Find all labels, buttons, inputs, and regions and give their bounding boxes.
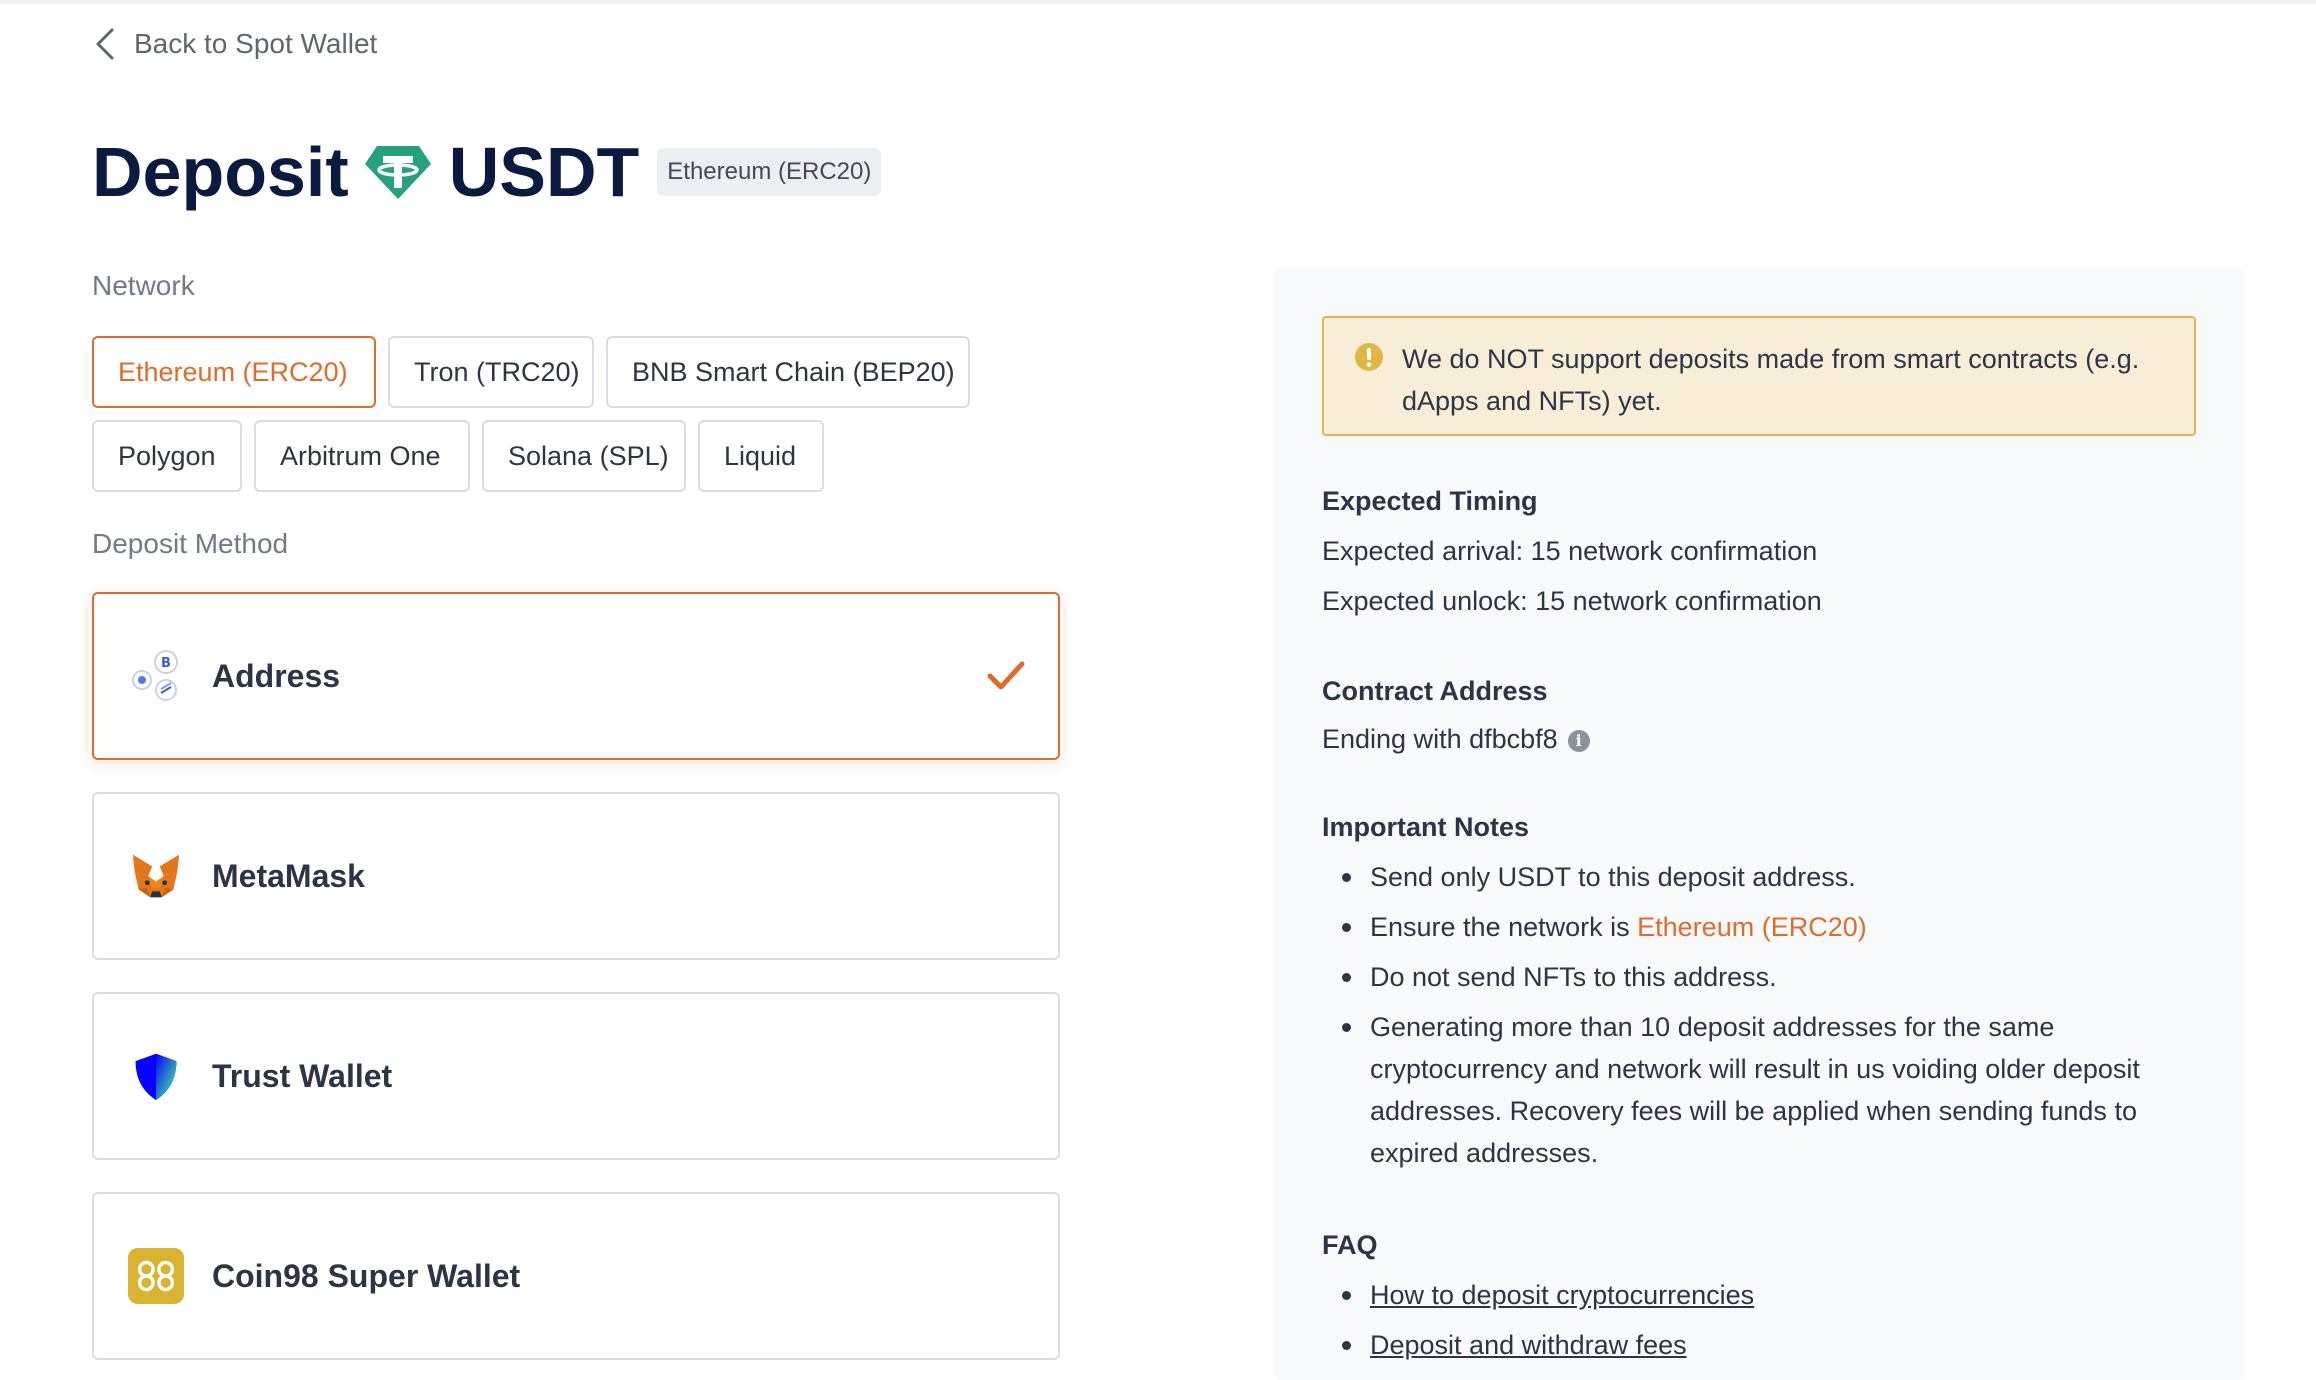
warning-icon: [1355, 343, 1383, 371]
note-network-text: Ensure the network is: [1370, 912, 1638, 942]
expected-timing-heading: Expected Timing: [1322, 486, 1538, 516]
coin98-icon: [128, 1248, 184, 1304]
checkmark-icon: [987, 661, 1025, 690]
method-trust-wallet[interactable]: Trust Wallet: [92, 992, 1060, 1160]
method-coin98-label: Coin98 Super Wallet: [212, 1257, 521, 1294]
network-option-arbitrum-one[interactable]: Arbitrum One: [254, 420, 470, 492]
faq-list: How to deposit cryptocurrencies Deposit …: [1322, 1274, 2202, 1374]
list-item: Do not send NFTs to this address.: [1322, 956, 2202, 998]
deposit-page: Back to Spot Wallet Deposit USDT Ethereu…: [0, 0, 2316, 1380]
address-coins-icon: B: [128, 648, 184, 704]
network-option-tron-trc20[interactable]: Tron (TRC20): [388, 336, 594, 408]
faq-link-how-to-deposit[interactable]: How to deposit cryptocurrencies: [1370, 1280, 1754, 1310]
network-option-solana-spl[interactable]: Solana (SPL): [482, 420, 686, 492]
contract-address-value: Ending with dfbcbf8: [1322, 724, 1558, 754]
title-prefix: Deposit: [92, 133, 349, 211]
contract-address-heading: Contract Address: [1322, 676, 1548, 706]
method-address-label: Address: [212, 657, 341, 694]
contract-address-row: Ending with dfbcbf8 i: [1322, 724, 1590, 755]
info-icon[interactable]: i: [1567, 730, 1590, 752]
expected-arrival: Expected arrival: 15 network confirmatio…: [1322, 536, 1818, 566]
faq-link-deposit-withdraw-fees[interactable]: Deposit and withdraw fees: [1370, 1330, 1687, 1360]
important-notes-heading: Important Notes: [1322, 812, 1530, 842]
tether-usdt-icon: [364, 146, 431, 199]
method-trust-wallet-label: Trust Wallet: [212, 1057, 393, 1094]
trust-wallet-shield-icon: [128, 1048, 184, 1104]
network-option-bnb-smart-chain[interactable]: BNB Smart Chain (BEP20): [606, 336, 970, 408]
network-badge: Ethereum (ERC20): [657, 148, 882, 196]
list-item: Deposit and withdraw fees: [1322, 1324, 2202, 1366]
metamask-fox-icon: [128, 848, 184, 904]
network-option-liquid[interactable]: Liquid: [698, 420, 824, 492]
note-network-highlight: Ethereum (ERC20): [1637, 912, 1867, 942]
method-address[interactable]: B Address: [92, 592, 1060, 760]
info-panel: We do NOT support deposits made from sma…: [1274, 268, 2244, 1380]
method-coin98[interactable]: Coin98 Super Wallet: [92, 1192, 1060, 1360]
list-item: Generating more than 10 deposit addresse…: [1322, 1006, 2202, 1174]
list-item: Send only USDT to this deposit address.: [1322, 856, 2202, 898]
network-options: Ethereum (ERC20) Tron (TRC20) BNB Smart …: [92, 336, 1052, 492]
network-option-polygon[interactable]: Polygon: [92, 420, 242, 492]
network-option-ethereum-erc20[interactable]: Ethereum (ERC20): [92, 336, 376, 408]
deposit-method-label: Deposit Method: [92, 528, 289, 559]
page-title: Deposit USDT Ethereum (ERC20): [92, 132, 882, 212]
important-notes-list: Send only USDT to this deposit address. …: [1322, 856, 2202, 1182]
method-metamask[interactable]: MetaMask: [92, 792, 1060, 960]
back-to-spot-wallet-link[interactable]: Back to Spot Wallet: [92, 26, 377, 62]
list-item: How to deposit cryptocurrencies: [1322, 1274, 2202, 1316]
chevron-left-icon: [96, 28, 114, 60]
warning-text: We do NOT support deposits made from sma…: [1402, 344, 2140, 416]
top-divider: [0, 0, 2316, 4]
back-link-label: Back to Spot Wallet: [134, 28, 378, 59]
network-label: Network: [92, 270, 195, 301]
expected-unlock: Expected unlock: 15 network confirmation: [1322, 586, 1822, 616]
method-metamask-label: MetaMask: [212, 857, 365, 894]
faq-heading: FAQ: [1322, 1230, 1378, 1260]
smart-contract-warning: We do NOT support deposits made from sma…: [1322, 316, 2196, 436]
svg-text:B: B: [161, 656, 171, 671]
list-item: Ensure the network is Ethereum (ERC20): [1322, 906, 2202, 948]
title-coin: USDT: [448, 133, 640, 211]
